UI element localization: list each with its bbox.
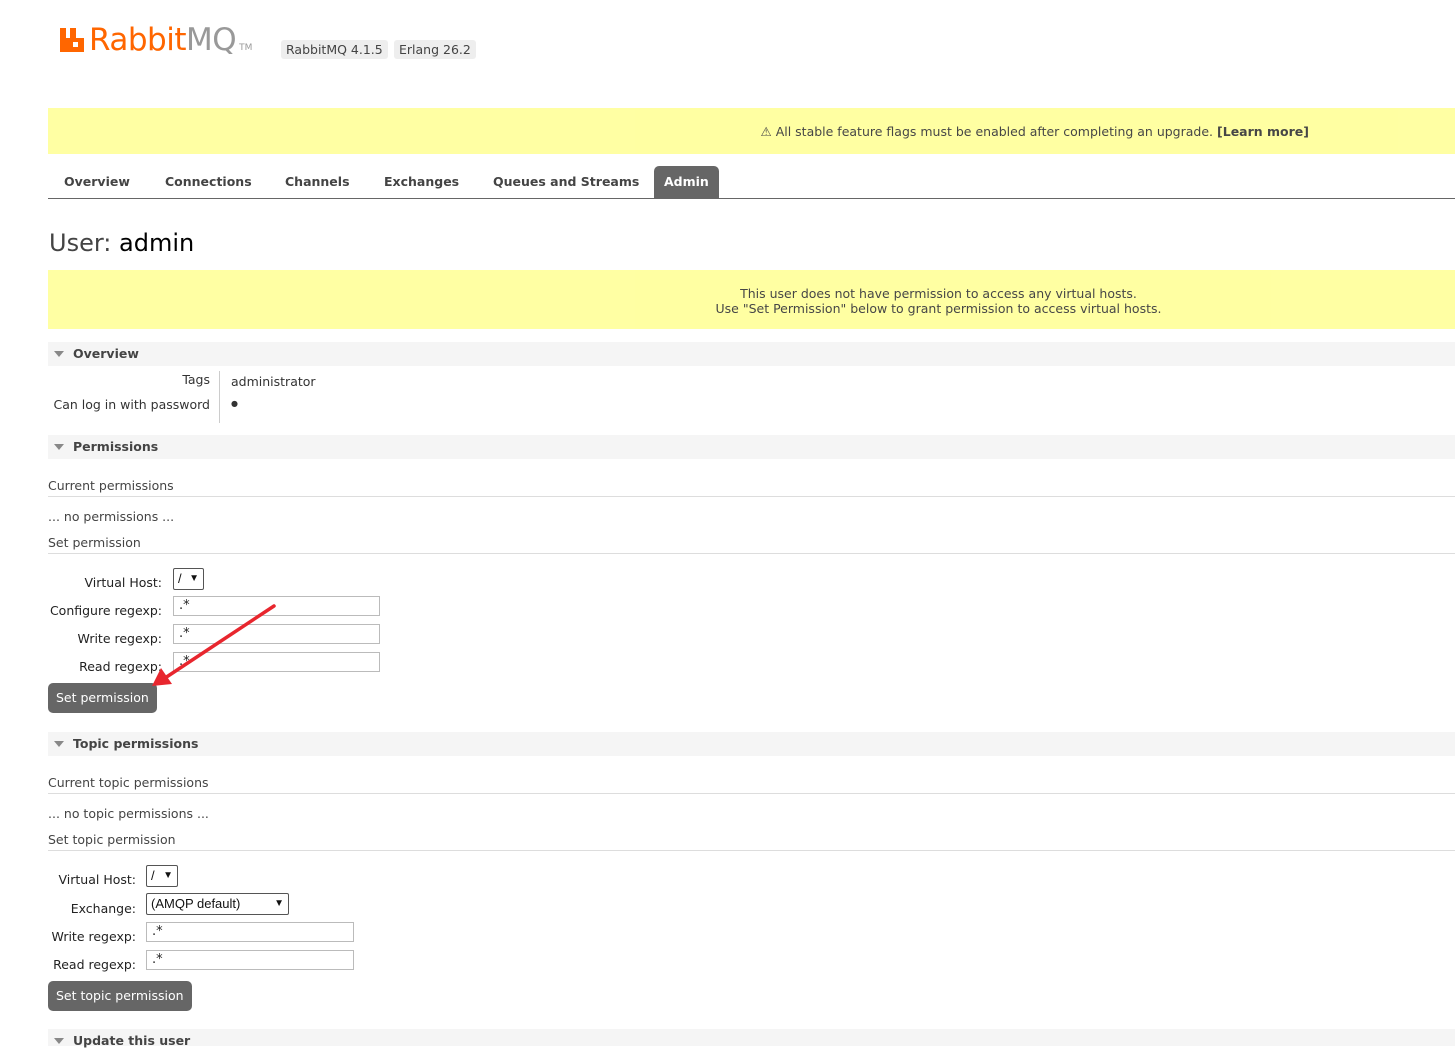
read-regexp-label: Read regexp: [79, 659, 162, 674]
tab-connections[interactable]: Connections [155, 166, 262, 198]
write-regexp-input[interactable]: .* [173, 624, 380, 644]
configure-regexp-label: Configure regexp: [49, 603, 162, 618]
section-header-update-user[interactable]: Update this user [48, 1029, 1455, 1048]
chevron-down-icon: ▼ [189, 573, 199, 584]
current-permissions-heading-text: Current permissions [48, 478, 174, 493]
overview-separator [219, 371, 220, 423]
section-header-permissions[interactable]: Permissions [48, 435, 1455, 459]
page-title-prefix: User: [49, 229, 112, 257]
exchange-select-value: (AMQP default) [151, 896, 241, 911]
topic-vhost-label: Virtual Host: [58, 872, 137, 887]
no-topic-permissions-text: ... no topic permissions ... [48, 806, 209, 821]
section-header-overview[interactable]: Overview [48, 342, 1455, 366]
section-header-topic-permissions[interactable]: Topic permissions [48, 732, 1455, 756]
logo-trademark: TM [239, 43, 253, 53]
set-permission-button[interactable]: Set permission [48, 683, 157, 713]
read-regexp-input[interactable]: .* [173, 652, 380, 672]
topic-read-regexp-label: Read regexp: [53, 957, 136, 972]
topic-write-regexp-input[interactable]: .* [146, 922, 354, 942]
set-permission-heading-text: Set permission [48, 535, 141, 550]
tab-queues-and-streams[interactable]: Queues and Streams [483, 166, 649, 198]
current-topic-permissions-heading-text: Current topic permissions [48, 775, 209, 790]
no-permissions-text: ... no permissions ... [48, 509, 175, 524]
no-permission-line1: This user does not have permission to ac… [740, 286, 1137, 301]
exchange-label: Exchange: [70, 901, 136, 916]
no-permission-line2: Use "Set Permission" below to grant perm… [715, 301, 1162, 316]
write-regexp-label: Write regexp: [77, 631, 162, 646]
set-topic-permission-heading-text: Set topic permission [48, 832, 176, 847]
page-title-username: admin [119, 229, 195, 257]
topic-vhost-select-value: / [151, 868, 155, 883]
rabbitmq-version-badge: RabbitMQ 4.1.5 [281, 40, 388, 59]
tab-admin[interactable]: Admin [654, 166, 719, 198]
section-title-overview: Overview [73, 346, 139, 361]
topic-write-regexp-label: Write regexp: [51, 929, 136, 944]
login-with-password-label: Can log in with password [53, 397, 210, 412]
page-title: User: admin [49, 229, 194, 257]
upgrade-warning-banner: ⚠ All stable feature flags must be enabl… [48, 108, 1455, 154]
set-topic-permission-heading: Set topic permission [48, 832, 1455, 851]
collapse-triangle-icon [54, 1038, 64, 1044]
upgrade-warning-text: ⚠ All stable feature flags must be enabl… [760, 124, 1214, 139]
tab-channels[interactable]: Channels [275, 166, 360, 198]
vhost-label: Virtual Host: [84, 575, 163, 590]
collapse-triangle-icon [54, 444, 64, 450]
topic-vhost-select[interactable]: / ▼ [146, 865, 178, 887]
chevron-down-icon: ▼ [163, 870, 173, 881]
logo-text-rabbit: Rabbit [89, 22, 186, 58]
exchange-select[interactable]: (AMQP default) ▼ [146, 893, 289, 915]
learn-more-link[interactable]: [Learn more] [1217, 124, 1309, 139]
no-permission-banner: This user does not have permission to ac… [48, 270, 1455, 329]
chevron-down-icon: ▼ [274, 898, 284, 909]
set-topic-permission-button[interactable]: Set topic permission [48, 981, 192, 1011]
current-permissions-heading: Current permissions [48, 478, 1455, 497]
vhost-select-value: / [178, 571, 182, 586]
collapse-triangle-icon [54, 741, 64, 747]
tab-overview[interactable]: Overview [54, 166, 140, 198]
tags-value: administrator [231, 374, 316, 389]
login-with-password-value: ● [231, 399, 238, 408]
rabbitmq-logo[interactable]: Rabbit MQ TM [58, 22, 252, 58]
vhost-select[interactable]: / ▼ [173, 568, 204, 590]
main-nav-tabs: Overview Connections Channels Exchanges … [48, 166, 1455, 199]
tags-label: Tags [182, 372, 210, 387]
configure-regexp-input[interactable]: .* [173, 596, 380, 616]
section-title-permissions: Permissions [73, 439, 159, 454]
section-title-topic-permissions: Topic permissions [73, 736, 199, 751]
logo-text-mq: MQ [185, 22, 237, 58]
tab-exchanges[interactable]: Exchanges [374, 166, 469, 198]
topic-read-regexp-input[interactable]: .* [146, 950, 354, 970]
collapse-triangle-icon [54, 351, 64, 357]
set-permission-heading: Set permission [48, 535, 1455, 554]
annotation-arrow-icon [152, 604, 276, 686]
current-topic-permissions-heading: Current topic permissions [48, 775, 1455, 794]
erlang-version-badge: Erlang 26.2 [394, 40, 476, 59]
rabbitmq-logo-icon [60, 28, 84, 52]
